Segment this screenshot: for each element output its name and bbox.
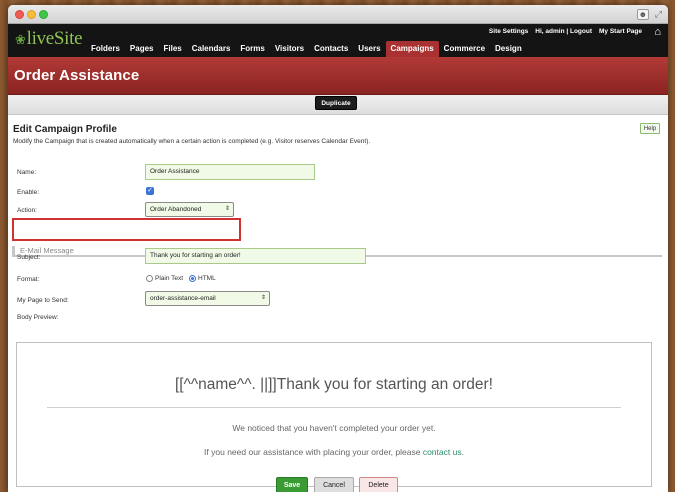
preview-line-2: If you need our assistance with placing … [17,447,651,457]
select-arrows-icon: ⇕ [224,206,230,212]
utility-links: Site Settings Hi, admin | Logout My Star… [489,28,642,35]
preview-divider [47,407,621,408]
format-label: Format: [17,276,40,283]
body-preview-frame: [[^^name^^. ||]]Thank you for starting a… [16,342,652,487]
name-input[interactable]: Order Assistance [145,164,315,180]
nav-item-files[interactable]: Files [158,41,186,57]
action-select[interactable]: Order Abandoned ⇕ [145,202,234,217]
nav-item-calendars[interactable]: Calendars [187,41,236,57]
action-bar: Duplicate [8,95,668,115]
top-navigation-bar: ❀liveSite Site Settings Hi, admin | Logo… [8,24,668,57]
nav-item-forms[interactable]: Forms [235,41,269,57]
user-icon[interactable]: ☻ [636,9,649,20]
site-settings-link[interactable]: Site Settings [489,28,528,35]
action-select-value: Order Abandoned [150,206,202,213]
preview-line-2-text: If you need our assistance with placing … [204,447,423,457]
nav-item-design[interactable]: Design [490,41,527,57]
main-nav: Folders Pages Files Calendars Forms Visi… [86,41,527,57]
action-highlight-box [12,218,241,241]
nav-item-visitors[interactable]: Visitors [270,41,309,57]
select-arrows-icon: ⇕ [260,295,266,301]
nav-item-pages[interactable]: Pages [125,41,159,57]
format-html-label: HTML [198,275,216,282]
page-to-send-select[interactable]: order-assistance-email ⇕ [145,291,270,306]
name-label: Name: [17,169,37,176]
nav-item-commerce[interactable]: Commerce [439,41,490,57]
nav-item-campaigns[interactable]: Campaigns [385,41,439,57]
nav-item-users[interactable]: Users [353,41,385,57]
logo-text: liveSite [26,28,83,49]
page-title: Edit Campaign Profile [13,124,117,135]
nav-item-contacts[interactable]: Contacts [309,41,353,57]
page-banner: Order Assistance [8,57,668,95]
cancel-button[interactable]: Cancel [314,477,354,492]
window-titlebar: ☻ ⤢ [8,5,668,24]
close-window-button[interactable] [15,10,24,19]
contact-us-link[interactable]: contact us [423,447,462,457]
form-button-bar: Save Cancel Delete [8,477,668,492]
my-start-page-link[interactable]: My Start Page [599,28,642,35]
preview-heading: [[^^name^^. ||]]Thank you for starting a… [174,376,493,393]
banner-title: Order Assistance [14,67,140,84]
preview-line-1: We noticed that you haven't completed yo… [232,423,436,433]
format-plain-label: Plain Text [155,275,184,282]
action-label: Action: [17,207,37,214]
enable-label: Enable: [17,189,40,196]
subject-label: Subject: [17,254,41,261]
format-html-radio[interactable] [189,275,196,282]
subject-input[interactable]: Thank you for starting an order! [145,248,366,264]
save-button[interactable]: Save [276,477,308,492]
delete-button[interactable]: Delete [359,477,398,492]
browser-window: ☻ ⤢ ❀liveSite Site Settings Hi, admin | … [8,5,668,492]
livesite-logo[interactable]: ❀liveSite [15,28,83,50]
leaf-icon: ❀ [15,32,26,47]
enable-checkbox[interactable]: ✓ [146,187,154,195]
maximize-window-button[interactable] [39,10,48,19]
page-to-send-label: My Page to Send: [17,297,69,304]
preview-line-2-end: . [461,447,464,457]
page-to-send-value: order-assistance-email [150,295,216,302]
page-description: Modify the Campaign that is created auto… [13,138,371,145]
minimize-window-button[interactable] [27,10,36,19]
home-icon[interactable]: ⌂ [654,26,661,38]
duplicate-button[interactable]: Duplicate [315,96,357,110]
nav-item-folders[interactable]: Folders [86,41,125,57]
user-logout-link[interactable]: Hi, admin | Logout [535,28,592,35]
format-plain-radio[interactable] [146,275,153,282]
body-preview-label: Body Preview: [17,314,59,321]
fullscreen-icon[interactable]: ⤢ [655,9,662,20]
help-button[interactable]: Help [640,123,660,134]
